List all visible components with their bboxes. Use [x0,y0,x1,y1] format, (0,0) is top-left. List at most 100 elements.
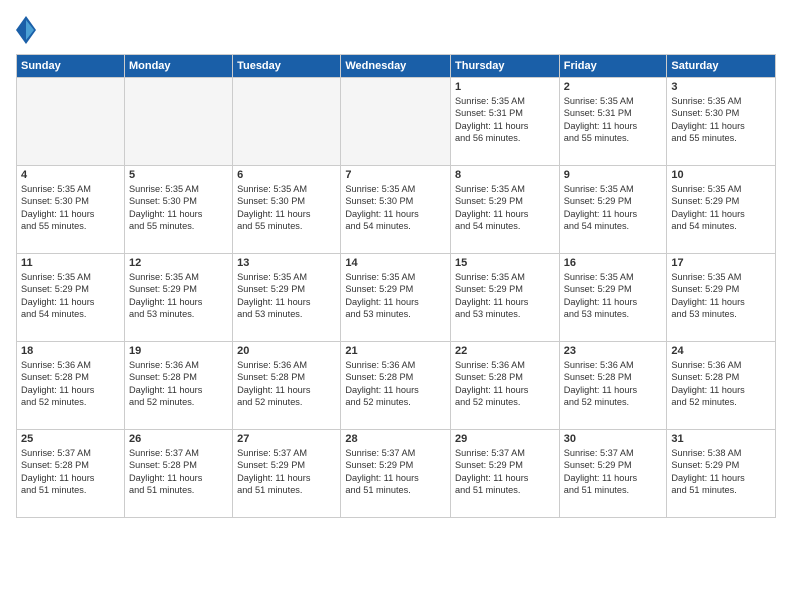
day-of-week-monday: Monday [124,55,232,78]
calendar-cell: 4 Sunrise: 5:35 AM Sunset: 5:30 PM Daylig… [17,166,125,254]
day-info: Sunrise: 5:35 AM Sunset: 5:29 PM Dayligh… [564,271,663,321]
day-info: Sunrise: 5:35 AM Sunset: 5:29 PM Dayligh… [237,271,336,321]
day-number: 20 [237,345,336,357]
week-row-1: 1Sunrise: 5:35 AM Sunset: 5:31 PM Daylig… [17,78,776,166]
day-info: Sunrise: 5:35 AM Sunset: 5:29 PM Dayligh… [345,271,446,321]
day-info: Sunrise: 5:36 AM Sunset: 5:28 PM Dayligh… [455,359,555,409]
calendar-header: SundayMondayTuesdayWednesdayThursdayFrid… [17,55,776,78]
day-info: Sunrise: 5:35 AM Sunset: 5:29 PM Dayligh… [671,271,771,321]
day-info: Sunrise: 5:36 AM Sunset: 5:28 PM Dayligh… [21,359,120,409]
day-info: Sunrise: 5:36 AM Sunset: 5:28 PM Dayligh… [564,359,663,409]
day-number: 5 [129,169,228,181]
calendar-cell: 25 Sunrise: 5:37 AM Sunset: 5:28 PM Dayli… [17,430,125,518]
day-info: Sunrise: 5:37 AM Sunset: 5:29 PM Dayligh… [237,447,336,497]
day-info: Sunrise: 5:35 AM Sunset: 5:30 PM Dayligh… [671,95,771,145]
week-row-2: 4 Sunrise: 5:35 AM Sunset: 5:30 PM Daylig… [17,166,776,254]
day-number: 7 [345,169,446,181]
day-number: 3 [671,81,771,93]
header [16,16,776,44]
day-info: Sunrise: 5:37 AM Sunset: 5:29 PM Dayligh… [455,447,555,497]
calendar-cell: 3 Sunrise: 5:35 AM Sunset: 5:30 PM Daylig… [667,78,776,166]
day-number: 8 [455,169,555,181]
days-of-week-row: SundayMondayTuesdayWednesdayThursdayFrid… [17,55,776,78]
day-of-week-wednesday: Wednesday [341,55,451,78]
day-number: 2 [564,81,663,93]
day-number: 23 [564,345,663,357]
calendar-cell: 22 Sunrise: 5:36 AM Sunset: 5:28 PM Dayli… [451,342,560,430]
day-number: 16 [564,257,663,269]
calendar-cell: 10 Sunrise: 5:35 AM Sunset: 5:29 PM Dayli… [667,166,776,254]
day-info: Sunrise: 5:36 AM Sunset: 5:28 PM Dayligh… [345,359,446,409]
calendar-cell: 17 Sunrise: 5:35 AM Sunset: 5:29 PM Dayli… [667,254,776,342]
calendar-cell: 16 Sunrise: 5:35 AM Sunset: 5:29 PM Dayli… [559,254,667,342]
day-of-week-saturday: Saturday [667,55,776,78]
calendar-cell [17,78,125,166]
calendar-cell: 12 Sunrise: 5:35 AM Sunset: 5:29 PM Dayli… [124,254,232,342]
day-number: 11 [21,257,120,269]
day-of-week-sunday: Sunday [17,55,125,78]
calendar-cell: 28 Sunrise: 5:37 AM Sunset: 5:29 PM Dayli… [341,430,451,518]
day-info: Sunrise: 5:35 AM Sunset: 5:30 PM Dayligh… [345,183,446,233]
day-info: Sunrise: 5:35 AM Sunset: 5:31 PM Dayligh… [455,95,555,145]
logo [16,16,40,44]
day-number: 24 [671,345,771,357]
day-number: 19 [129,345,228,357]
page: SundayMondayTuesdayWednesdayThursdayFrid… [0,0,792,612]
day-number: 28 [345,433,446,445]
calendar-cell: 11Sunrise: 5:35 AM Sunset: 5:29 PM Dayli… [17,254,125,342]
day-number: 4 [21,169,120,181]
day-number: 25 [21,433,120,445]
day-info: Sunrise: 5:35 AM Sunset: 5:29 PM Dayligh… [671,183,771,233]
calendar-cell: 20 Sunrise: 5:36 AM Sunset: 5:28 PM Dayli… [233,342,341,430]
calendar-body: 1Sunrise: 5:35 AM Sunset: 5:31 PM Daylig… [17,78,776,518]
day-number: 10 [671,169,771,181]
week-row-3: 11 Sunrise: 5:35 AM Sunset: 5:29 PM Dayli… [17,254,776,342]
day-info: Sunrise: 5:35 AM Sunset: 5:30 PM Dayligh… [21,183,120,233]
day-info: Sunrise: 5:35 AM Sunset: 5:29 PM Dayligh… [455,271,555,321]
day-number: 18 [21,345,120,357]
day-info: Sunrise: 5:37 AM Sunset: 5:28 PM Dayligh… [129,447,228,497]
day-number: 26 [129,433,228,445]
day-of-week-thursday: Thursday [451,55,560,78]
calendar-cell: 8Sunrise: 5:35 AM Sunset: 5:29 PM Daylig… [451,166,560,254]
calendar-cell: 19 Sunrise: 5:36 AM Sunset: 5:28 PM Dayli… [124,342,232,430]
calendar-cell: 24 Sunrise: 5:36 AM Sunset: 5:28 PM Dayli… [667,342,776,430]
day-number: 30 [564,433,663,445]
calendar-cell [341,78,451,166]
day-number: 13 [237,257,336,269]
calendar-cell: 1Sunrise: 5:35 AM Sunset: 5:31 PM Daylig… [451,78,560,166]
day-of-week-friday: Friday [559,55,667,78]
week-row-5: 25 Sunrise: 5:37 AM Sunset: 5:28 PM Dayli… [17,430,776,518]
day-number: 12 [129,257,228,269]
day-info: Sunrise: 5:37 AM Sunset: 5:29 PM Dayligh… [345,447,446,497]
calendar-cell: 2Sunrise: 5:35 AM Sunset: 5:31 PM Daylig… [559,78,667,166]
calendar-cell: 18 Sunrise: 5:36 AM Sunset: 5:28 PM Dayli… [17,342,125,430]
day-info: Sunrise: 5:36 AM Sunset: 5:28 PM Dayligh… [129,359,228,409]
calendar-cell [124,78,232,166]
calendar-cell [233,78,341,166]
calendar-cell: 5 Sunrise: 5:35 AM Sunset: 5:30 PM Daylig… [124,166,232,254]
calendar-cell: 7 Sunrise: 5:35 AM Sunset: 5:30 PM Daylig… [341,166,451,254]
day-info: Sunrise: 5:35 AM Sunset: 5:30 PM Dayligh… [129,183,228,233]
calendar-cell: 31 Sunrise: 5:38 AM Sunset: 5:29 PM Dayli… [667,430,776,518]
day-number: 17 [671,257,771,269]
day-info: Sunrise: 5:37 AM Sunset: 5:29 PM Dayligh… [564,447,663,497]
day-info: Sunrise: 5:35 AM Sunset: 5:29 PM Dayligh… [129,271,228,321]
day-info: Sunrise: 5:37 AM Sunset: 5:28 PM Dayligh… [21,447,120,497]
day-of-week-tuesday: Tuesday [233,55,341,78]
calendar-cell: 6Sunrise: 5:35 AM Sunset: 5:30 PM Daylig… [233,166,341,254]
day-number: 15 [455,257,555,269]
calendar-cell: 29Sunrise: 5:37 AM Sunset: 5:29 PM Dayli… [451,430,560,518]
day-number: 6 [237,169,336,181]
calendar-cell: 26 Sunrise: 5:37 AM Sunset: 5:28 PM Dayli… [124,430,232,518]
day-number: 22 [455,345,555,357]
calendar-cell: 14Sunrise: 5:35 AM Sunset: 5:29 PM Dayli… [341,254,451,342]
day-info: Sunrise: 5:36 AM Sunset: 5:28 PM Dayligh… [671,359,771,409]
day-number: 21 [345,345,446,357]
day-info: Sunrise: 5:38 AM Sunset: 5:29 PM Dayligh… [671,447,771,497]
day-number: 27 [237,433,336,445]
day-number: 31 [671,433,771,445]
calendar-cell: 27 Sunrise: 5:37 AM Sunset: 5:29 PM Dayli… [233,430,341,518]
day-info: Sunrise: 5:36 AM Sunset: 5:28 PM Dayligh… [237,359,336,409]
calendar-cell: 9Sunrise: 5:35 AM Sunset: 5:29 PM Daylig… [559,166,667,254]
